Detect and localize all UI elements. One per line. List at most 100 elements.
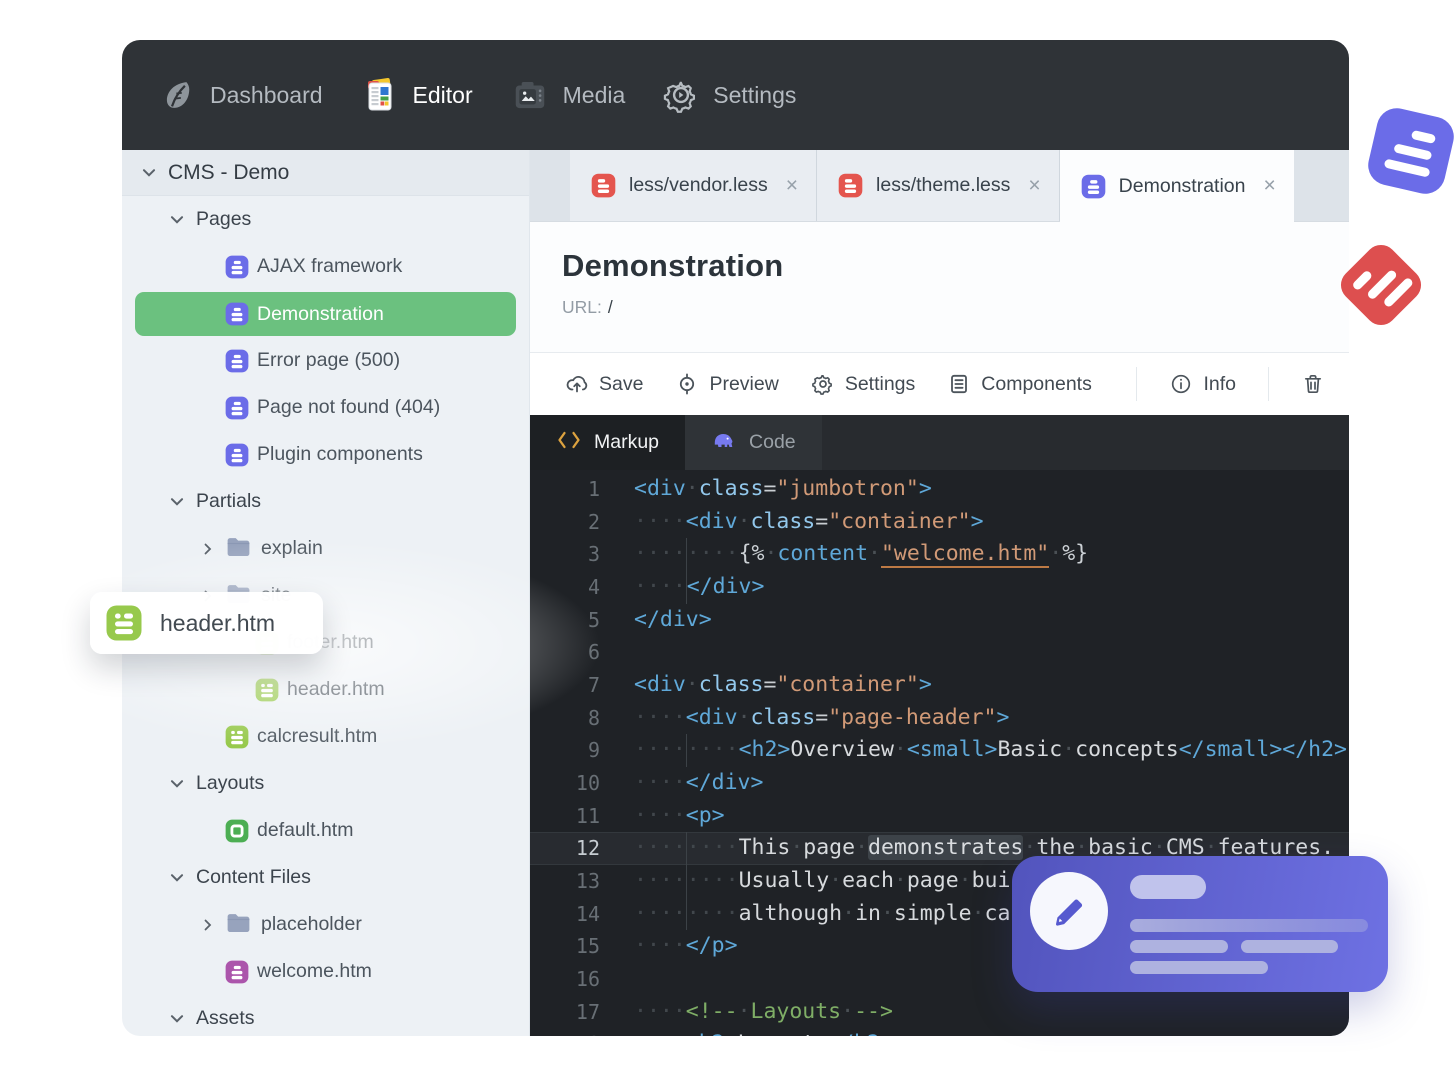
delete-button[interactable] [1301, 372, 1325, 396]
file-tab-demonstration[interactable]: Demonstration × [1059, 150, 1294, 222]
line-number: 12 [575, 836, 600, 861]
editor-tab-code[interactable]: Code [685, 415, 822, 470]
bar [1350, 269, 1373, 292]
preview-button[interactable]: Preview [675, 372, 779, 396]
code-token: <h2> [686, 1031, 738, 1036]
chevron-right-icon [200, 917, 216, 933]
floating-page-icon [1364, 104, 1454, 198]
settings-button[interactable]: Settings [811, 372, 915, 396]
note-line [1130, 961, 1268, 974]
tree-item-default-htm[interactable]: default.htm [122, 807, 529, 854]
indent-dots: ···· [634, 802, 686, 828]
editor-section-tabs: Markup Code [530, 415, 1349, 470]
code-token: <small> [906, 737, 998, 763]
line-number: 3 [587, 542, 600, 567]
code-token: </div> [634, 606, 712, 632]
toolbar-divider [1136, 367, 1138, 401]
close-icon[interactable]: × [1263, 174, 1275, 198]
save-button[interactable]: Save [565, 372, 643, 396]
indent-dots: ···· [634, 867, 686, 893]
nav-item-dashboard[interactable]: Dashboard [160, 77, 323, 113]
whitespace-dot: · [1062, 737, 1076, 763]
tree-item-label: Error page (500) [257, 349, 401, 371]
code-line-content: ····</div> [634, 570, 764, 604]
tree-section-content-files[interactable]: Content Files [122, 854, 529, 901]
code-line-5: 5 </div> [530, 604, 1349, 637]
whitespace-dot: · [737, 704, 751, 730]
indent-dots: ···· [634, 1031, 686, 1036]
file-tab-less-theme-less[interactable]: less/theme.less × [817, 150, 1060, 221]
whitespace-dot: · [971, 900, 985, 926]
tree-item-label: AJAX framework [257, 255, 403, 277]
editor-tab-markup[interactable]: Markup [530, 415, 686, 470]
gear-icon [811, 372, 835, 396]
nav-item-media[interactable]: Media [511, 76, 626, 114]
tree-item-plugin-components[interactable]: Plugin components [122, 431, 529, 478]
code-token: </h2> [828, 1031, 893, 1036]
content-file-icon [224, 959, 250, 985]
indent-dots: ···· [634, 900, 686, 926]
line-number: 13 [575, 868, 600, 893]
info-button[interactable]: Info [1169, 372, 1236, 396]
note-line [1130, 940, 1228, 953]
indent-dots: ···· [634, 769, 686, 795]
file-tab-less-vendor-less[interactable]: less/vendor.less × [570, 150, 818, 221]
indent-dots: ···· [634, 704, 686, 730]
whitespace-dot: · [685, 476, 699, 501]
code-token: Basic [997, 737, 1063, 763]
tree-item-page-not-found-404-[interactable]: Page not found (404) [122, 384, 529, 431]
nav-item-settings[interactable]: Settings [663, 77, 796, 113]
editor-toolbar: Save Preview Settings Components Info [530, 352, 1349, 415]
folder-icon [224, 908, 253, 942]
php-elephant-icon [711, 428, 737, 457]
pencil-icon [1030, 872, 1108, 950]
code-token: "welcome.htm" [880, 541, 1050, 569]
tree-item-demonstration[interactable]: Demonstration [135, 292, 516, 336]
code-token: "container" [776, 671, 919, 697]
code-token: This [738, 835, 791, 861]
tree-section-pages[interactable]: Pages [122, 196, 529, 243]
top-navigation: Dashboard Editor Media Settings [122, 40, 1349, 150]
page-title: Demonstration [562, 248, 784, 283]
whitespace-dot: · [841, 998, 855, 1024]
tree-section-assets[interactable]: Assets [122, 995, 529, 1036]
close-icon[interactable]: × [1028, 174, 1040, 198]
toolbar-button-label: Save [599, 372, 644, 395]
code-token: "jumbotron" [776, 476, 919, 501]
bar [1393, 142, 1433, 161]
tree-item-header-htm[interactable]: header.htm [122, 666, 529, 713]
tree-item-placeholder[interactable]: placeholder [122, 901, 529, 948]
tree-item-error-page-500-[interactable]: Error page (500) [122, 337, 529, 384]
tree-item-label: Content Files [196, 866, 311, 888]
close-icon[interactable]: × [786, 174, 798, 198]
nav-item-label: Media [562, 81, 626, 108]
code-token: Layouts [750, 998, 842, 1024]
components-button[interactable]: Components [947, 372, 1092, 396]
indent-dots: ···· [686, 900, 739, 926]
code-token: > [918, 476, 932, 501]
sidebar-theme-header[interactable]: CMS - Demo [122, 150, 529, 196]
chevron-down-icon [140, 164, 158, 182]
line-number: 2 [587, 509, 600, 534]
code-token: <!-- [685, 998, 738, 1024]
whitespace-dot: · [764, 541, 778, 567]
code-token: = [815, 704, 829, 730]
tree-item-explain[interactable]: explain [122, 525, 529, 572]
code-line-content: ····<div·class="page-header"> [634, 702, 1009, 735]
tree-item-label: Plugin components [257, 443, 423, 465]
code-line-content: </div> [634, 604, 712, 637]
tree-item-ajax-framework[interactable]: AJAX framework [122, 243, 529, 290]
chevron-down-icon [168, 211, 186, 229]
tree-section-partials[interactable]: Partials [122, 478, 529, 525]
code-line-10: 10 ····</div> [530, 767, 1349, 800]
tree-item-welcome-htm[interactable]: welcome.htm [122, 948, 529, 995]
tree-section-layouts[interactable]: Layouts [122, 760, 529, 807]
nav-item-editor[interactable]: Editor [361, 76, 473, 114]
indent-dots: ···· [634, 508, 686, 534]
code-line-17: 17 ····<!--·Layouts·--> [530, 996, 1349, 1029]
tree-item-label: Pages [196, 208, 252, 230]
tree-item-calcresult-htm[interactable]: calcresult.htm [122, 713, 529, 760]
indent-dots: ···· [634, 933, 686, 959]
indent-dots: ···· [686, 867, 739, 893]
drag-ghost-header-htm[interactable]: header.htm [90, 592, 323, 654]
